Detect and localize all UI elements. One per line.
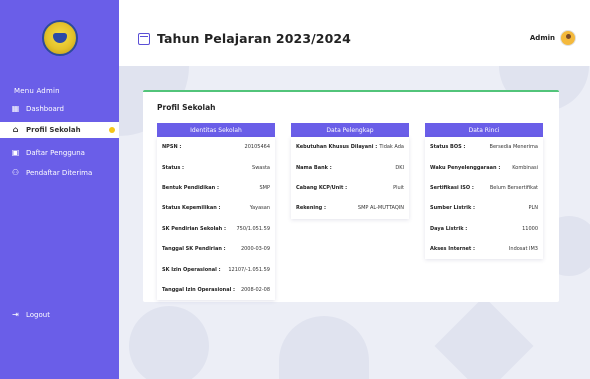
info-row: Kebutuhan Khusus Dilayani : Tidak Ada <box>296 144 404 151</box>
user-menu[interactable]: Admin <box>530 30 576 46</box>
logout-label: Logout <box>26 311 50 319</box>
info-row: Status BOS : Bersedia Menerima <box>430 144 538 151</box>
info-row: Rekening : SMP AL-MUTTAQIN <box>296 205 404 212</box>
page-title: Tahun Pelajaran 2023/2024 <box>157 31 351 46</box>
info-row: Cabang KCP/Unit : Pluit <box>296 184 404 191</box>
profil-sekolah-card: Profil Sekolah Identitas Sekolah NPSN :2… <box>143 90 559 302</box>
info-row: Sertifikasi ISO : Belum Bersertifikat <box>430 184 538 191</box>
clipboard-icon: ▣ <box>11 148 20 157</box>
panel-header: Identitas Sekolah <box>157 123 275 137</box>
active-indicator <box>109 127 115 133</box>
info-row: SK Pendirian Sekolah :750/1.051.59 <box>162 225 270 232</box>
logout-icon: ⇥ <box>12 310 19 319</box>
info-row: Akses Internet : Indosat IM3 <box>430 246 538 253</box>
sidebar: Menu Admin ▦ Dashboard ⌂ Profil Sekolah … <box>0 0 128 379</box>
info-row: Daya Listrik :11000 <box>430 225 538 232</box>
sidebar-item-label: Profil Sekolah <box>26 126 81 134</box>
info-row: Tanggal Izin Operasional :2008-02-08 <box>162 286 270 293</box>
logout-button[interactable]: ⇥ Logout <box>0 307 119 323</box>
info-row: Bentuk Pendidikan : SMP <box>162 184 270 191</box>
sidebar-item-label: Daftar Pengguna <box>26 149 85 157</box>
info-row: Sumber Listrik : PLN <box>430 205 538 212</box>
identitas-sekolah-panel: Identitas Sekolah NPSN :20105464 Status … <box>157 123 275 301</box>
sidebar-item-profil-sekolah[interactable]: ⌂ Profil Sekolah <box>0 122 128 138</box>
info-row: SK Izin Operasional :12107/-1.051.59 <box>162 266 270 273</box>
users-icon: ⚇ <box>11 168 20 177</box>
sidebar-item-dashboard[interactable]: ▦ Dashboard <box>0 101 119 117</box>
data-pelengkap-panel: Data Pelengkap Kebutuhan Khusus Dilayani… <box>291 123 409 219</box>
panel-header: Data Rinci <box>425 123 543 137</box>
sidebar-item-pendaftar-diterima[interactable]: ⚇ Pendaftar Diterima <box>0 165 119 181</box>
avatar[interactable] <box>560 30 576 46</box>
card-title: Profil Sekolah <box>157 103 216 112</box>
info-row: Nama Bank : DKI <box>296 164 404 171</box>
panel-header: Data Pelengkap <box>291 123 409 137</box>
info-row: Tanggal SK Pendirian :2000-03-09 <box>162 246 270 253</box>
info-row: Status : Swasta <box>162 164 270 171</box>
user-name: Admin <box>529 34 555 42</box>
grid-icon: ▦ <box>11 104 20 113</box>
sidebar-item-daftar-pengguna[interactable]: ▣ Daftar Pengguna <box>0 145 119 161</box>
topbar: Tahun Pelajaran 2023/2024 Admin <box>119 0 590 66</box>
calendar-icon <box>138 32 150 45</box>
sidebar-item-label: Dashboard <box>26 105 64 113</box>
info-row: Waku Penyelenggaraan : Kombinasi <box>430 164 538 171</box>
menu-title: Menu Admin <box>14 87 60 95</box>
data-rinci-panel: Data Rinci Status BOS : Bersedia Menerima… <box>425 123 543 260</box>
info-row: Status Kepemilikan : Yayasan <box>162 205 270 212</box>
school-logo <box>42 20 78 56</box>
home-icon: ⌂ <box>12 125 19 134</box>
info-row: NPSN :20105464 <box>162 144 270 151</box>
sidebar-item-label: Pendaftar Diterima <box>26 169 93 177</box>
